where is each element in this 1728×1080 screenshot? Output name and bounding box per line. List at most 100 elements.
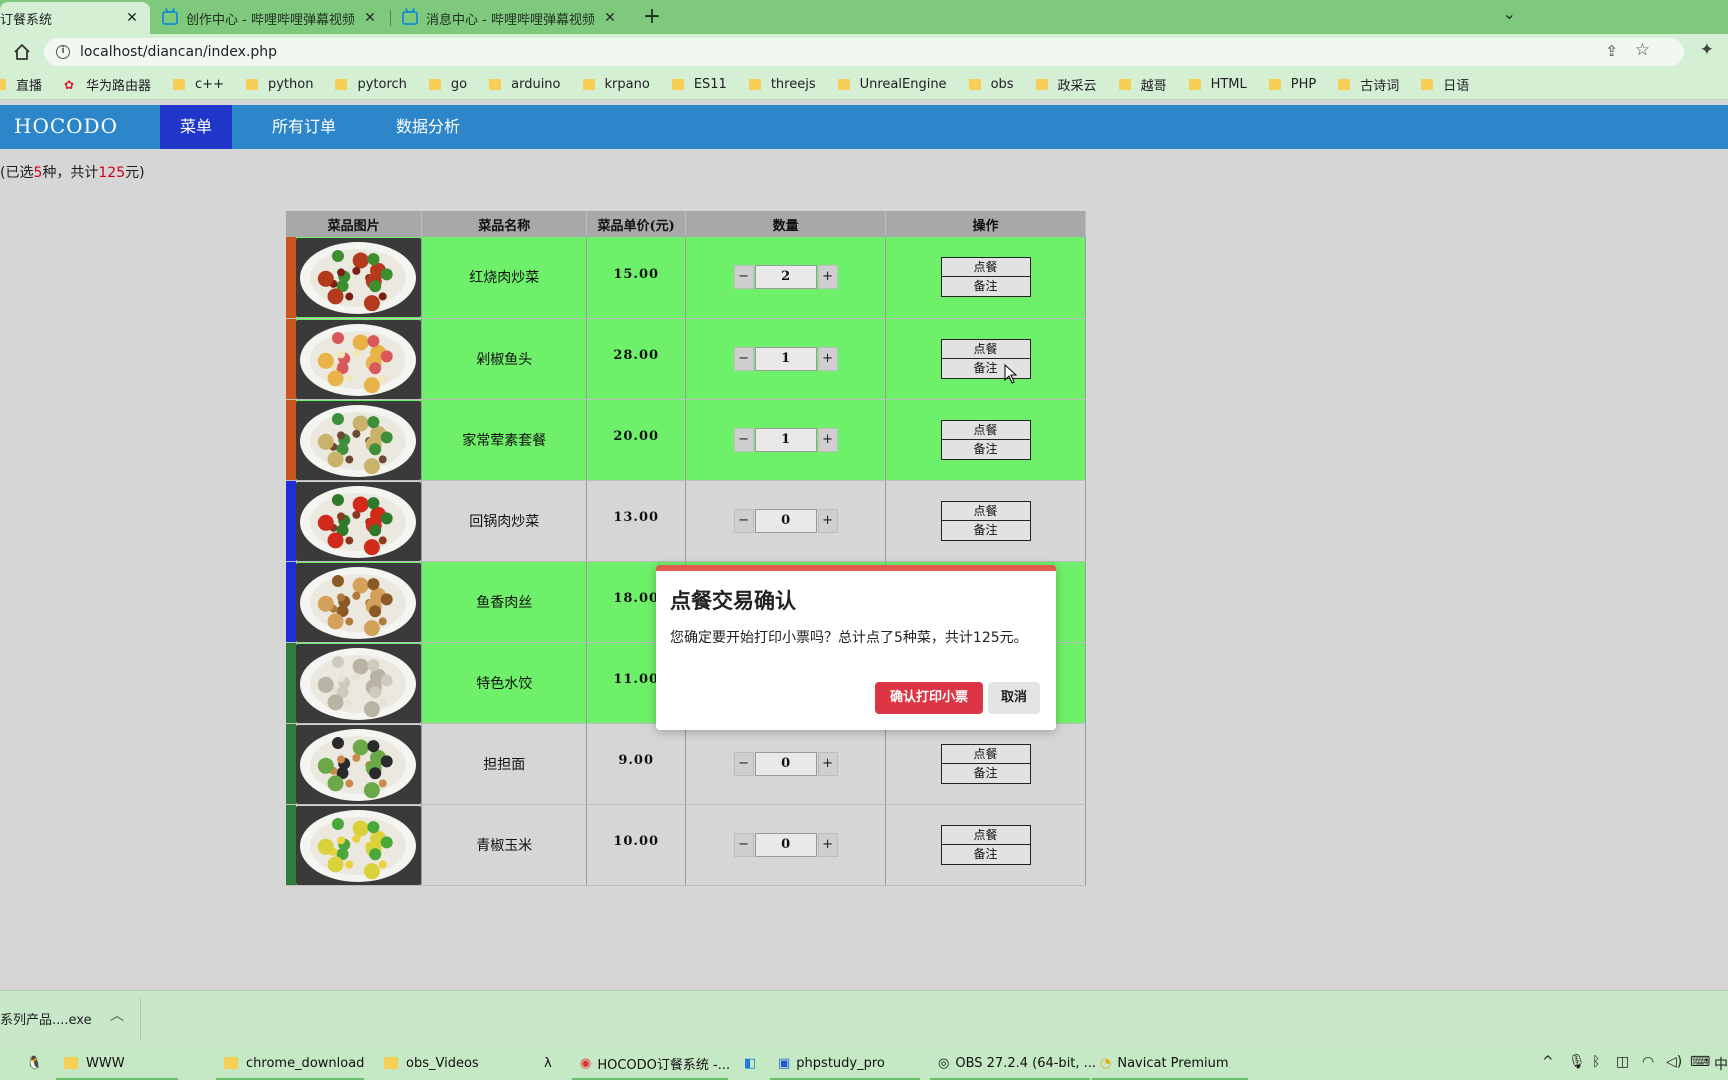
app-navbar: HOCODO 菜单 所有订单 数据分析 xyxy=(0,105,1728,149)
brand-logo[interactable]: HOCODO xyxy=(14,114,118,138)
folder-icon xyxy=(489,79,502,90)
taskbar-item-phpstudy[interactable]: ▣ phpstudy_pro xyxy=(778,1052,885,1074)
note-button[interactable]: 备注 xyxy=(940,844,1031,865)
increment-button[interactable]: + xyxy=(817,832,838,857)
lambda-app-icon[interactable]: λ xyxy=(544,1052,552,1074)
taskbar-item-chrome[interactable]: ◉ HOCODO订餐系统 -... xyxy=(580,1052,730,1074)
qq-icon[interactable]: 🐧 xyxy=(26,1052,42,1074)
network-icon[interactable]: ◫ xyxy=(1616,1054,1629,1070)
quantity-input[interactable]: 0 xyxy=(754,508,817,533)
tab-search-chevron-icon[interactable]: ⌄ xyxy=(1503,4,1516,23)
order-button[interactable]: 点餐 xyxy=(940,500,1031,521)
tab-creator-center[interactable]: 创作中心 - 哔哩哔哩弹幕视频网 ✕ xyxy=(152,2,388,34)
tab-ordering-system[interactable]: 订餐系统 ✕ xyxy=(0,2,150,34)
note-button[interactable]: 备注 xyxy=(940,520,1031,541)
bluetooth-icon[interactable]: ᛒ xyxy=(1592,1054,1600,1070)
taskbar-label: HOCODO订餐系统 -... xyxy=(597,1057,731,1073)
bookmark-item[interactable]: 越哥 xyxy=(1118,75,1167,94)
volume-icon[interactable]: ◁) xyxy=(1666,1054,1682,1070)
bookmark-item[interactable]: ✿ 华为路由器 xyxy=(64,75,151,95)
close-icon[interactable]: ✕ xyxy=(602,10,618,26)
nav-all-orders[interactable]: 所有订单 xyxy=(252,105,356,149)
nav-menu[interactable]: 菜单 xyxy=(160,105,233,149)
bookmark-item[interactable]: krpano xyxy=(582,77,650,92)
share-icon[interactable]: ⇪ xyxy=(1605,42,1618,60)
quantity-input[interactable]: 1 xyxy=(754,427,817,452)
bookmark-item[interactable]: ES11 xyxy=(671,77,727,92)
bookmark-item[interactable]: PHP xyxy=(1268,77,1316,92)
home-icon[interactable] xyxy=(12,42,32,62)
taskbar-item-chrome-download[interactable]: chrome_download xyxy=(224,1052,364,1074)
bilibili-icon xyxy=(402,11,418,25)
microphone-icon[interactable]: 🎙 xyxy=(1568,1054,1586,1070)
bookmark-item[interactable]: arduino xyxy=(489,77,561,92)
order-button[interactable]: 点餐 xyxy=(940,419,1031,440)
increment-button[interactable]: + xyxy=(817,427,838,452)
quantity-input[interactable]: 0 xyxy=(754,832,817,857)
quantity-cell: − 0 + xyxy=(685,480,887,562)
decrement-button[interactable]: − xyxy=(733,832,754,857)
decrement-button[interactable]: − xyxy=(733,508,754,533)
dish-price-cell: 15.00 xyxy=(586,237,687,319)
web-page: HOCODO 菜单 所有订单 数据分析 (已选5种，共计125元) 菜品图片 菜… xyxy=(0,100,1728,990)
decrement-button[interactable]: − xyxy=(733,346,754,371)
keyboard-icon[interactable]: ⌨ xyxy=(1690,1054,1710,1070)
quantity-input[interactable]: 2 xyxy=(754,265,817,290)
bookmark-item[interactable]: go xyxy=(428,77,467,92)
taskbar-item-obs[interactable]: ◎ OBS 27.2.4 (64-bit, ... xyxy=(938,1052,1096,1074)
note-button[interactable]: 备注 xyxy=(940,439,1031,460)
cancel-button[interactable]: 取消 xyxy=(988,682,1040,714)
taskbar-item-navicat[interactable]: ◔ Navicat Premium xyxy=(1100,1052,1229,1074)
bookmark-item[interactable]: pytorch xyxy=(335,77,407,92)
wifi-icon[interactable]: ◠ xyxy=(1642,1054,1654,1070)
huawei-icon: ✿ xyxy=(64,77,75,92)
download-item[interactable]: 系列产品....exe xyxy=(0,1009,92,1028)
dish-price: 13.00 xyxy=(613,510,660,525)
star-icon[interactable]: ☆ xyxy=(1635,40,1650,60)
note-button[interactable]: 备注 xyxy=(940,763,1031,784)
note-button[interactable]: 备注 xyxy=(940,277,1031,298)
actions-cell: 点餐 备注 xyxy=(885,318,1086,400)
close-icon[interactable]: ✕ xyxy=(362,10,378,26)
increment-button[interactable]: + xyxy=(817,508,838,533)
vscode-icon[interactable]: ◧ xyxy=(744,1052,756,1074)
chevron-up-icon[interactable]: ^ xyxy=(1542,1054,1554,1070)
dish-image-cell xyxy=(286,480,423,562)
order-button[interactable]: 点餐 xyxy=(940,824,1031,845)
order-button[interactable]: 点餐 xyxy=(940,338,1031,359)
quantity-input[interactable]: 1 xyxy=(754,346,817,371)
decrement-button[interactable]: − xyxy=(733,751,754,776)
bookmark-item[interactable]: obs xyxy=(968,77,1014,92)
close-icon[interactable]: ✕ xyxy=(124,10,140,26)
bookmark-item[interactable]: 政采云 xyxy=(1035,75,1097,94)
bookmark-item[interactable]: 古诗词 xyxy=(1338,75,1399,94)
quantity-input[interactable]: 0 xyxy=(754,751,817,776)
increment-button[interactable]: + xyxy=(817,265,838,290)
tab-message-center[interactable]: 消息中心 - 哔哩哔哩弹幕视频网 ✕ xyxy=(392,2,628,34)
decrement-button[interactable]: − xyxy=(733,265,754,290)
taskbar-item-www[interactable]: WWW xyxy=(64,1052,125,1074)
taskbar-item-obs-videos[interactable]: obs_Videos xyxy=(384,1052,479,1074)
bookmark-item[interactable]: UnrealEngine xyxy=(837,77,947,92)
increment-button[interactable]: + xyxy=(817,751,838,776)
summary-mid: 种，共计 xyxy=(42,165,99,181)
info-icon[interactable]: i xyxy=(56,45,70,59)
new-tab-plus-icon[interactable]: + xyxy=(640,4,664,29)
address-bar[interactable]: i localhost/diancan/index.php xyxy=(44,38,1684,66)
increment-button[interactable]: + xyxy=(817,346,838,371)
confirm-print-button[interactable]: 确认打印小票 xyxy=(875,682,983,714)
bookmark-item[interactable]: c++ xyxy=(173,77,224,92)
input-language[interactable]: 中 xyxy=(1714,1054,1728,1074)
bookmark-item[interactable]: 直播 xyxy=(0,75,42,94)
nav-data-analysis[interactable]: 数据分析 xyxy=(376,105,480,149)
order-button[interactable]: 点餐 xyxy=(940,743,1031,764)
chevron-up-icon[interactable]: ︿ xyxy=(110,1005,124,1025)
bookmark-item[interactable]: threejs xyxy=(748,77,816,92)
bookmark-item[interactable]: HTML xyxy=(1188,77,1247,92)
dish-name-cell: 回锅肉炒菜 xyxy=(421,480,588,562)
bookmark-item[interactable]: 日语 xyxy=(1421,75,1469,94)
order-button[interactable]: 点餐 xyxy=(940,257,1031,278)
decrement-button[interactable]: − xyxy=(733,427,754,452)
extensions-icon[interactable]: ✦ xyxy=(1700,40,1714,60)
bookmark-item[interactable]: python xyxy=(245,77,313,92)
